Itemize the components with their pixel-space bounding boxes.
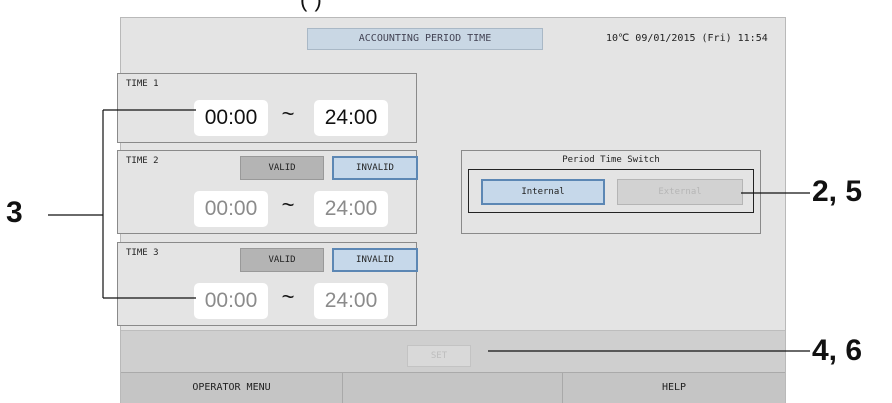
callout-4-6: 4, 6 [812,334,863,367]
callout-lines [48,109,810,352]
callout-3: 3 [6,196,23,229]
callout-2-5: 2, 5 [812,175,863,208]
